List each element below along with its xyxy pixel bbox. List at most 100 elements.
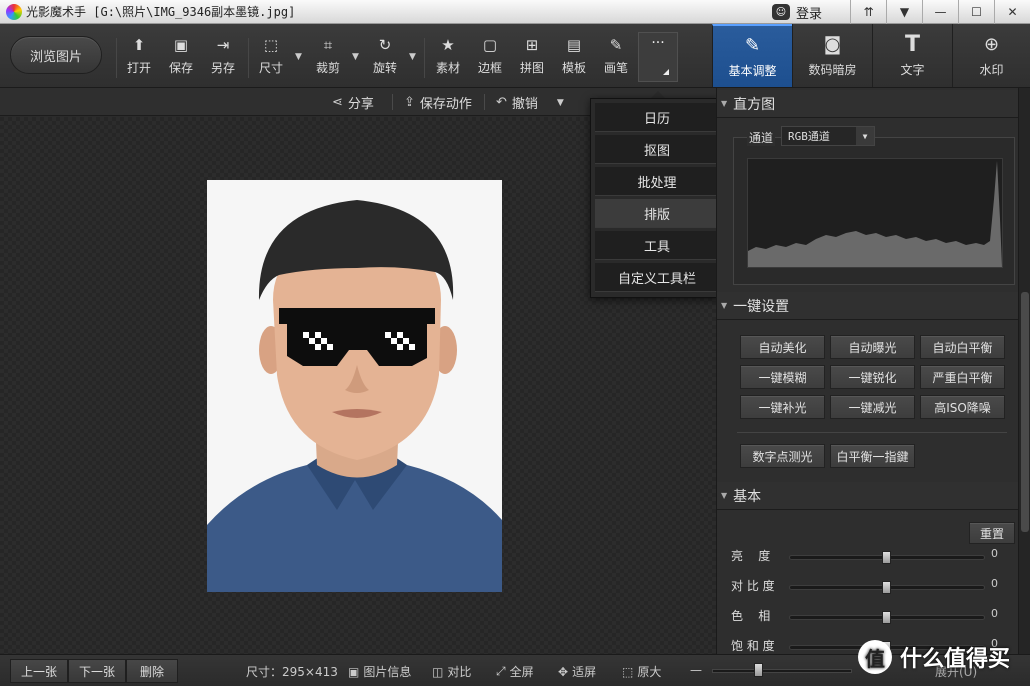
one-click-section-header[interactable]: ▼ 一键设置 bbox=[717, 292, 1018, 320]
compare-icon: ◫ bbox=[432, 664, 444, 679]
panel-scrollbar[interactable] bbox=[1018, 88, 1030, 654]
tab-basic-adjust[interactable]: ✎ 基本调整 bbox=[712, 24, 792, 87]
channel-select[interactable]: RGB通道 ▼ bbox=[781, 126, 875, 146]
photo-image bbox=[207, 180, 502, 592]
one-click-reduce-light-button[interactable]: 一键减光 bbox=[830, 395, 915, 419]
menu-item-batch[interactable]: 批处理 bbox=[595, 167, 719, 196]
rotate-button[interactable]: ↻ 旋转 bbox=[373, 36, 397, 80]
skin-icon[interactable]: ⇈ bbox=[850, 0, 886, 24]
crop-button[interactable]: ⌗ 裁剪 bbox=[316, 36, 340, 80]
collage-button[interactable]: ⊞ 拼图 bbox=[520, 36, 544, 80]
white-balance-pick-button[interactable]: 白平衡一指鍵 bbox=[830, 444, 915, 468]
strong-white-balance-button[interactable]: 严重白平衡 bbox=[920, 365, 1005, 389]
subbar-divider bbox=[484, 94, 485, 110]
tab-text[interactable]: T 文字 bbox=[872, 24, 952, 87]
resize-icon: ⬚ bbox=[263, 36, 279, 54]
crop-icon: ⌗ bbox=[323, 36, 333, 54]
brightness-thumb[interactable] bbox=[882, 551, 891, 564]
image-info-label: 图片信息 bbox=[363, 665, 412, 679]
fit-screen-button[interactable]: ✥ 适屏 bbox=[558, 663, 596, 680]
undo-icon: ↶ bbox=[496, 95, 507, 110]
channel-label: 通道 bbox=[747, 129, 776, 146]
basic-section-header[interactable]: ▼ 基本 bbox=[717, 482, 1018, 510]
tab-watermark[interactable]: ⊕ 水印 bbox=[952, 24, 1030, 87]
menu-item-customize-toolbar[interactable]: 自定义工具栏 bbox=[595, 263, 719, 292]
original-size-button[interactable]: ⬚ 原大 bbox=[622, 663, 661, 680]
fullscreen-label: 全屏 bbox=[509, 665, 534, 679]
material-icon: ★ bbox=[441, 36, 455, 54]
close-button[interactable]: ✕ bbox=[994, 0, 1030, 24]
one-click-sharpen-button[interactable]: 一键锐化 bbox=[830, 365, 915, 389]
browse-images-button[interactable]: 浏览图片 bbox=[10, 36, 102, 74]
prev-image-button[interactable]: 上一张 bbox=[10, 659, 68, 683]
next-image-button[interactable]: 下一张 bbox=[68, 659, 126, 683]
maximize-button[interactable]: ☐ bbox=[958, 0, 994, 24]
fullscreen-icon: ⤢ bbox=[496, 664, 506, 678]
zoom-slider-track[interactable] bbox=[712, 669, 852, 673]
material-button[interactable]: ★ 素材 bbox=[436, 36, 460, 80]
save-action-button[interactable]: ⇪ 保存动作 bbox=[404, 93, 472, 112]
watermark-text: 什么值得买 bbox=[900, 647, 1011, 672]
main-toolbar: 浏览图片 ⬆ 打开 ▣ 保存 ⇥ 另存 ⬚ 尺寸 ▼ ⌗ 裁剪 ▼ ↻ 旋转 ▼… bbox=[0, 24, 1030, 88]
menu-item-layout[interactable]: 排版 bbox=[595, 199, 719, 228]
save-as-icon: ⇥ bbox=[216, 36, 230, 54]
resize-button[interactable]: ⬚ 尺寸 bbox=[259, 36, 283, 80]
text-icon: T bbox=[904, 31, 920, 57]
crop-dropdown-icon[interactable]: ▼ bbox=[352, 52, 359, 62]
open-button[interactable]: ⬆ 打开 bbox=[127, 36, 151, 80]
undo-dropdown-icon[interactable]: ▼ bbox=[557, 98, 564, 108]
auto-white-balance-button[interactable]: 自动白平衡 bbox=[920, 335, 1005, 359]
brush-button[interactable]: ✎ 画笔 bbox=[604, 36, 628, 80]
menu-item-tools[interactable]: 工具 bbox=[595, 231, 719, 260]
camera-icon: ◙ bbox=[823, 33, 842, 55]
more-tools-button[interactable]: ··· bbox=[638, 32, 678, 82]
image-info-icon: ▣ bbox=[348, 664, 360, 679]
image-info-button[interactable]: ▣ 图片信息 bbox=[348, 663, 411, 680]
chevron-down-icon: ▼ bbox=[856, 127, 874, 145]
more-dots-icon: ··· bbox=[651, 35, 665, 51]
auto-exposure-button[interactable]: 自动曝光 bbox=[830, 335, 915, 359]
rotate-icon: ↻ bbox=[378, 36, 392, 54]
open-label: 打开 bbox=[127, 61, 152, 75]
tab-darkroom[interactable]: ◙ 数码暗房 bbox=[792, 24, 872, 87]
menu-item-calendar[interactable]: 日历 bbox=[595, 103, 719, 132]
login-button[interactable]: ☺ 登录 bbox=[771, 3, 822, 22]
scrollbar-thumb[interactable] bbox=[1021, 292, 1029, 532]
save-action-icon: ⇪ bbox=[404, 95, 415, 110]
border-label: 边框 bbox=[478, 61, 503, 75]
edit-icon: ✎ bbox=[744, 34, 761, 56]
contrast-thumb[interactable] bbox=[882, 581, 891, 594]
save-button[interactable]: ▣ 保存 bbox=[169, 36, 193, 80]
one-click-blur-button[interactable]: 一键模糊 bbox=[740, 365, 825, 389]
save-as-button[interactable]: ⇥ 另存 bbox=[211, 36, 235, 80]
zoom-out-icon[interactable]: — bbox=[690, 663, 702, 677]
user-face-icon: ☺ bbox=[771, 4, 790, 20]
histogram-section-header[interactable]: ▼ 直方图 bbox=[717, 90, 1018, 118]
delete-button[interactable]: 删除 bbox=[126, 659, 178, 683]
spot-metering-button[interactable]: 数字点测光 bbox=[740, 444, 825, 468]
border-button[interactable]: ▢ 边框 bbox=[478, 36, 502, 80]
reset-button[interactable]: 重置 bbox=[969, 522, 1015, 544]
menu-dropdown-icon[interactable]: ▼ bbox=[886, 0, 922, 24]
template-button[interactable]: ▤ 模板 bbox=[562, 36, 586, 80]
high-iso-denoise-button[interactable]: 高ISO降噪 bbox=[920, 395, 1005, 419]
auto-beautify-button[interactable]: 自动美化 bbox=[740, 335, 825, 359]
compare-button[interactable]: ◫ 对比 bbox=[432, 663, 471, 680]
toolbar-divider bbox=[424, 38, 425, 78]
one-click-fill-light-button[interactable]: 一键补光 bbox=[740, 395, 825, 419]
zoom-slider-thumb[interactable] bbox=[754, 663, 763, 677]
undo-button[interactable]: ↶ 撤销 ▼ bbox=[496, 93, 564, 112]
hue-slider-row: 色 相 0 bbox=[731, 607, 1001, 625]
minimize-button[interactable]: — bbox=[922, 0, 958, 24]
fullscreen-button[interactable]: ⤢ 全屏 bbox=[496, 663, 534, 680]
subbar-divider bbox=[392, 94, 393, 110]
share-button[interactable]: ⋖ 分享 bbox=[332, 93, 374, 112]
crop-label: 裁剪 bbox=[316, 61, 341, 75]
rotate-dropdown-icon[interactable]: ▼ bbox=[409, 52, 416, 62]
menu-item-cutout[interactable]: 抠图 bbox=[595, 135, 719, 164]
resize-dropdown-icon[interactable]: ▼ bbox=[295, 52, 302, 62]
tab-label: 数码暗房 bbox=[808, 63, 857, 77]
channel-value: RGB通道 bbox=[788, 130, 830, 143]
hue-thumb[interactable] bbox=[882, 611, 891, 624]
toolbar-divider bbox=[116, 38, 117, 78]
